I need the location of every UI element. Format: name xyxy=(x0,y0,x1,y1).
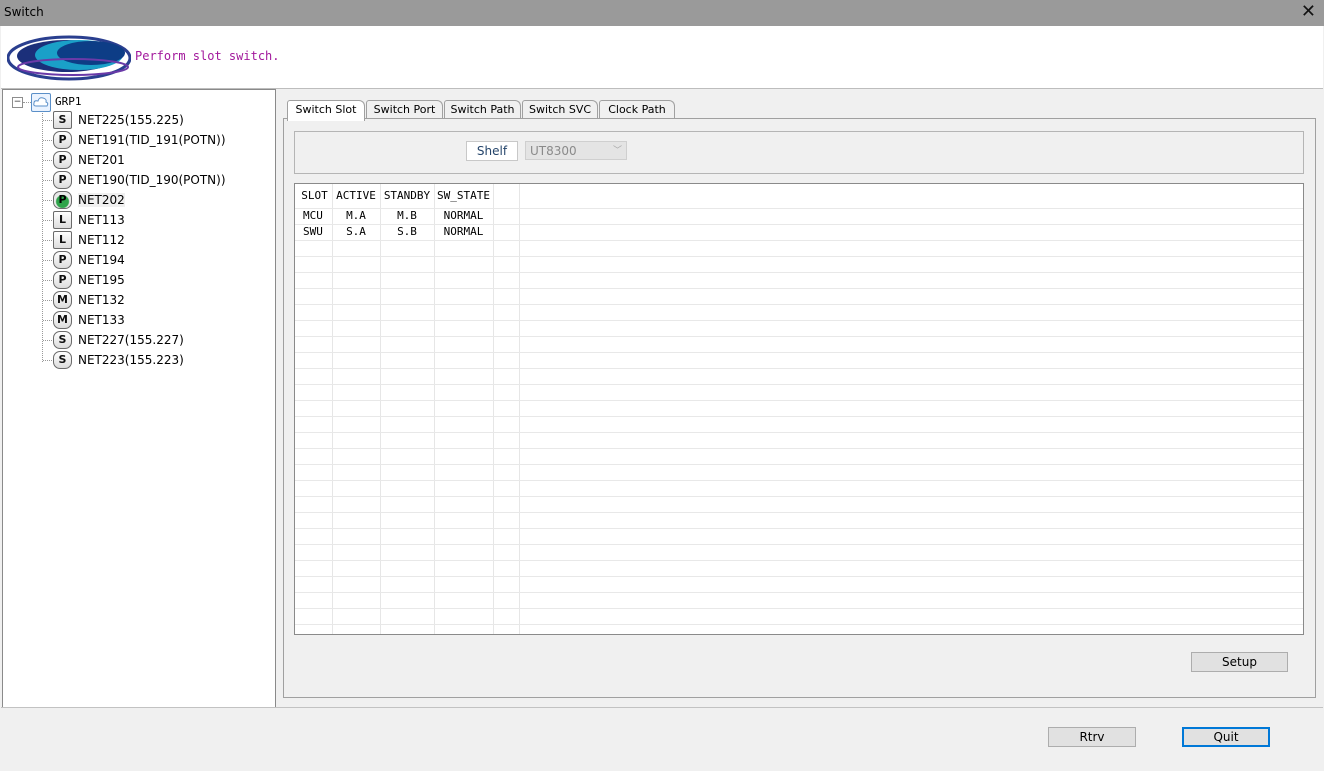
node-p-icon: P xyxy=(53,131,72,149)
tree-node[interactable]: S NET225(155.225) xyxy=(43,110,263,130)
tree-node[interactable]: P NET195 xyxy=(43,270,263,290)
tree-node-label: NET223(155.223) xyxy=(78,353,184,367)
table-cell: S.A xyxy=(346,225,366,238)
title-bar: Switch ✕ xyxy=(0,0,1324,26)
tree-node[interactable]: M NET133 xyxy=(43,310,263,330)
column-header[interactable]: STANDBY xyxy=(380,189,434,202)
tab-switch-port[interactable]: Switch Port xyxy=(366,100,443,120)
tree-node-label: NET227(155.227) xyxy=(78,333,184,347)
tree-node-label: NET195 xyxy=(78,273,125,287)
table-cell: M.B xyxy=(397,209,417,222)
quit-button[interactable]: Quit xyxy=(1182,727,1270,747)
column-header[interactable]: ACTIVE xyxy=(332,189,380,202)
table-row[interactable]: SWU S.A S.B NORMAL xyxy=(295,224,1303,240)
tree-node[interactable]: S NET223(155.223) xyxy=(43,350,263,370)
tab-switch-slot[interactable]: Switch Slot xyxy=(287,100,365,121)
header-banner: Perform slot switch. xyxy=(1,26,1323,89)
table-cell: S.B xyxy=(397,225,417,238)
tree-node-label: NET191(TID_191(POTN)) xyxy=(78,133,226,147)
tree-root-label: GRP1 xyxy=(55,95,82,108)
node-p-icon: P xyxy=(53,151,72,169)
rtrv-button[interactable]: Rtrv xyxy=(1048,727,1136,747)
slot-grid[interactable]: SLOT ACTIVE STANDBY SW_STATE MCU M.A M.B… xyxy=(294,183,1304,635)
tree-node-label: NET225(155.225) xyxy=(78,113,184,127)
node-l-icon: L xyxy=(53,211,72,229)
network-tree[interactable]: − GRP1 S NET225(155.225) P NET191(TID_191(… xyxy=(2,89,276,708)
tree-node[interactable]: P NET194 xyxy=(43,250,263,270)
close-icon[interactable]: ✕ xyxy=(1301,2,1316,22)
chevron-down-icon: ﹀ xyxy=(612,146,622,156)
node-p-alarm-icon: P xyxy=(53,191,72,209)
node-p-icon: P xyxy=(53,271,72,289)
tree-collapse-icon[interactable]: − xyxy=(12,97,23,108)
tree-node[interactable]: P NET191(TID_191(POTN)) xyxy=(43,130,263,150)
tab-clock-path[interactable]: Clock Path xyxy=(599,100,675,120)
node-m-icon: M xyxy=(53,311,72,329)
tree-node-label: NET194 xyxy=(78,253,125,267)
tree-node-label: NET132 xyxy=(78,293,125,307)
shelf-select[interactable]: UT8300 ﹀ xyxy=(525,141,627,160)
node-s-icon: S xyxy=(53,331,72,349)
footer-divider xyxy=(1,707,1323,708)
shelf-label: Shelf xyxy=(466,141,518,161)
tree-node-label: NET112 xyxy=(78,233,125,247)
tree-node[interactable]: M NET132 xyxy=(43,290,263,310)
tree-node[interactable]: L NET113 xyxy=(43,210,263,230)
window-title: Switch xyxy=(4,5,44,19)
node-m-icon: M xyxy=(53,291,72,309)
column-header[interactable]: SLOT xyxy=(297,189,332,202)
column-header[interactable]: SW_STATE xyxy=(434,189,493,202)
tree-node-label: NET113 xyxy=(78,213,125,227)
table-cell: SWU xyxy=(303,225,323,238)
tree-node-label: NET133 xyxy=(78,313,125,327)
table-cell: MCU xyxy=(303,209,323,222)
shelf-groupbox xyxy=(294,131,1304,174)
table-cell: M.A xyxy=(346,209,366,222)
tab-switch-svc[interactable]: Switch SVC xyxy=(522,100,598,120)
table-cell: NORMAL xyxy=(443,225,484,238)
shelf-select-value: UT8300 xyxy=(530,144,577,158)
header-message: Perform slot switch. xyxy=(135,49,280,63)
tree-node[interactable]: S NET227(155.227) xyxy=(43,330,263,350)
tree-connector xyxy=(23,102,31,103)
tree-node-label: NET201 xyxy=(78,153,125,167)
node-p-icon: P xyxy=(53,251,72,269)
node-s-icon: S xyxy=(53,111,72,129)
table-cell: NORMAL xyxy=(443,209,484,222)
tree-node-label: NET202 xyxy=(78,193,125,207)
node-s-icon: S xyxy=(53,351,72,369)
tree-node[interactable]: P NET201 xyxy=(43,150,263,170)
tree-node-label: NET190(TID_190(POTN)) xyxy=(78,173,226,187)
node-l-icon: L xyxy=(53,231,72,249)
tree-node-selected[interactable]: P NET202 xyxy=(43,190,263,210)
setup-button[interactable]: Setup xyxy=(1191,652,1288,672)
logo-swirl-icon xyxy=(7,35,131,81)
tree-node[interactable]: L NET112 xyxy=(43,230,263,250)
grid-header: SLOT ACTIVE STANDBY SW_STATE xyxy=(295,184,1303,208)
tab-switch-path[interactable]: Switch Path xyxy=(444,100,521,120)
tree-node[interactable]: P NET190(TID_190(POTN)) xyxy=(43,170,263,190)
table-row[interactable]: MCU M.A M.B NORMAL xyxy=(295,208,1303,224)
node-p-icon: P xyxy=(53,171,72,189)
